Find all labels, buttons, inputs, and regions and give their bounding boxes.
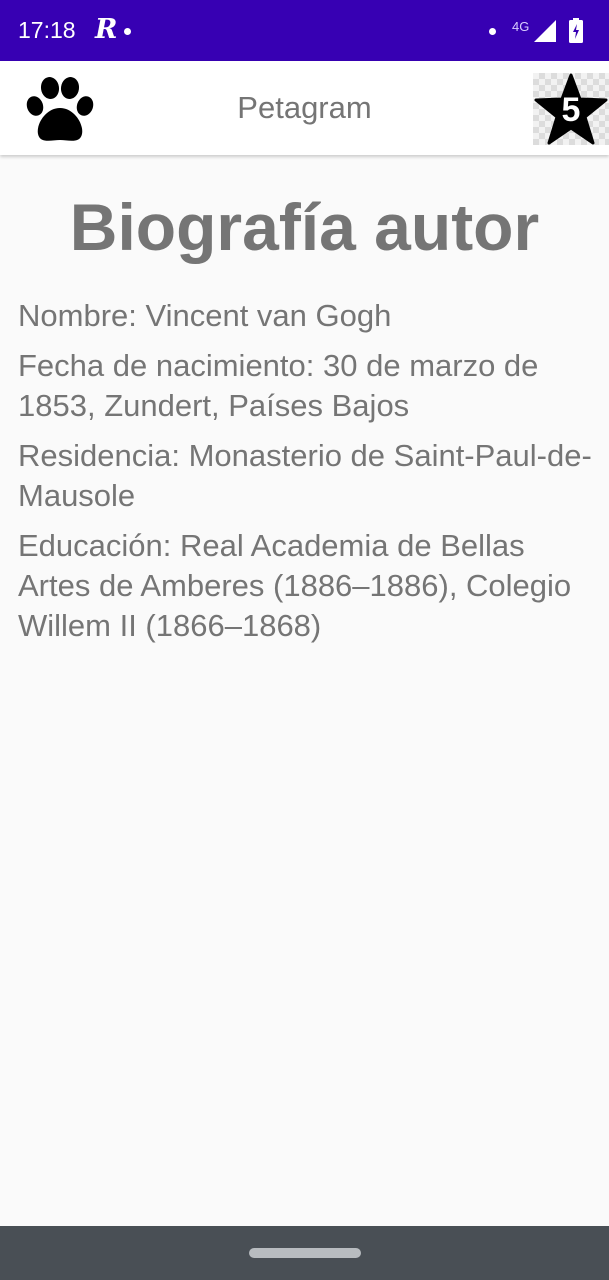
notification-dot-icon [489,28,496,35]
navigation-bar [0,1226,609,1280]
app-title: Petagram [237,90,372,125]
biography-list: Nombre: Vincent van Gogh Fecha de nacimi… [18,296,598,656]
favorites-count: 5 [561,91,581,129]
signal-icon [534,20,556,42]
app-bar: Petagram 5 [0,61,609,155]
home-gesture-handle[interactable] [249,1248,361,1258]
network-type: 4G [512,19,530,34]
notification-dot-icon [124,28,131,35]
battery-icon [569,18,583,43]
bio-education: Educación: Real Academia de Bellas Artes… [18,528,572,643]
page-title: Biografía autor [69,190,540,264]
favorites-badge-button[interactable]: 5 [533,73,609,145]
bio-residence: Residencia: Monasterio de Saint-Paul-de-… [18,438,592,513]
bio-name: Nombre: Vincent van Gogh [18,298,392,333]
bio-birth-date: Fecha de nacimiento: 30 de marzo de 1853… [18,348,539,423]
app-notification-icon: R [95,14,118,45]
status-bar: 17:18 R 4G [0,0,609,61]
status-time: 17:18 [18,17,76,43]
